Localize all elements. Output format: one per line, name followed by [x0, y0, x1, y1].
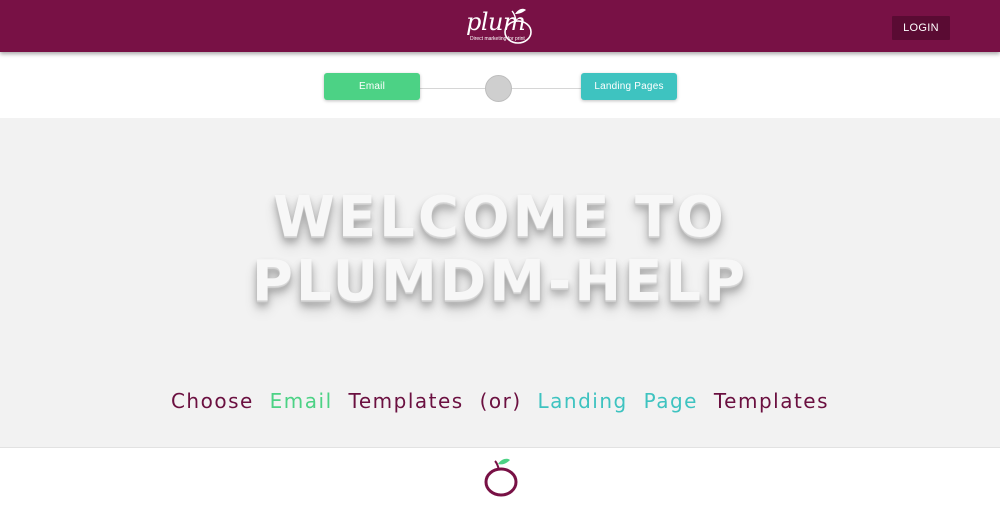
plum-fruit-icon	[482, 456, 520, 498]
templates-word: Templates	[348, 389, 464, 413]
page-word-link[interactable]: Page	[644, 389, 698, 413]
choose-templates-text: Choose Email Templates (or) Landing Page…	[0, 388, 1000, 414]
landing-pages-step-button[interactable]: Landing Pages	[581, 73, 677, 100]
plum-logo[interactable]: plum Direct marketing for print	[462, 4, 538, 48]
welcome-line-2: PLUMDM-HELP	[251, 249, 749, 314]
templates-word-2: Templates	[713, 389, 830, 413]
welcome-heading: WELCOME TO PLUMDM-HELP	[0, 186, 1000, 314]
email-step-button[interactable]: Email	[324, 73, 420, 100]
logo-wordmark: plum	[466, 8, 526, 36]
logo-tagline: Direct marketing for print	[470, 36, 525, 42]
or-word: (or)	[479, 389, 522, 413]
landing-word-link[interactable]: Landing	[538, 389, 628, 413]
email-templates-link[interactable]: Email	[270, 389, 333, 413]
welcome-line-1: WELCOME TO	[273, 185, 727, 250]
choose-word: Choose	[170, 389, 254, 413]
stepper-middle-circle[interactable]	[485, 75, 512, 102]
login-button[interactable]: LOGIN	[892, 16, 950, 40]
app-header: plum Direct marketing for print LOGIN	[0, 0, 1000, 52]
